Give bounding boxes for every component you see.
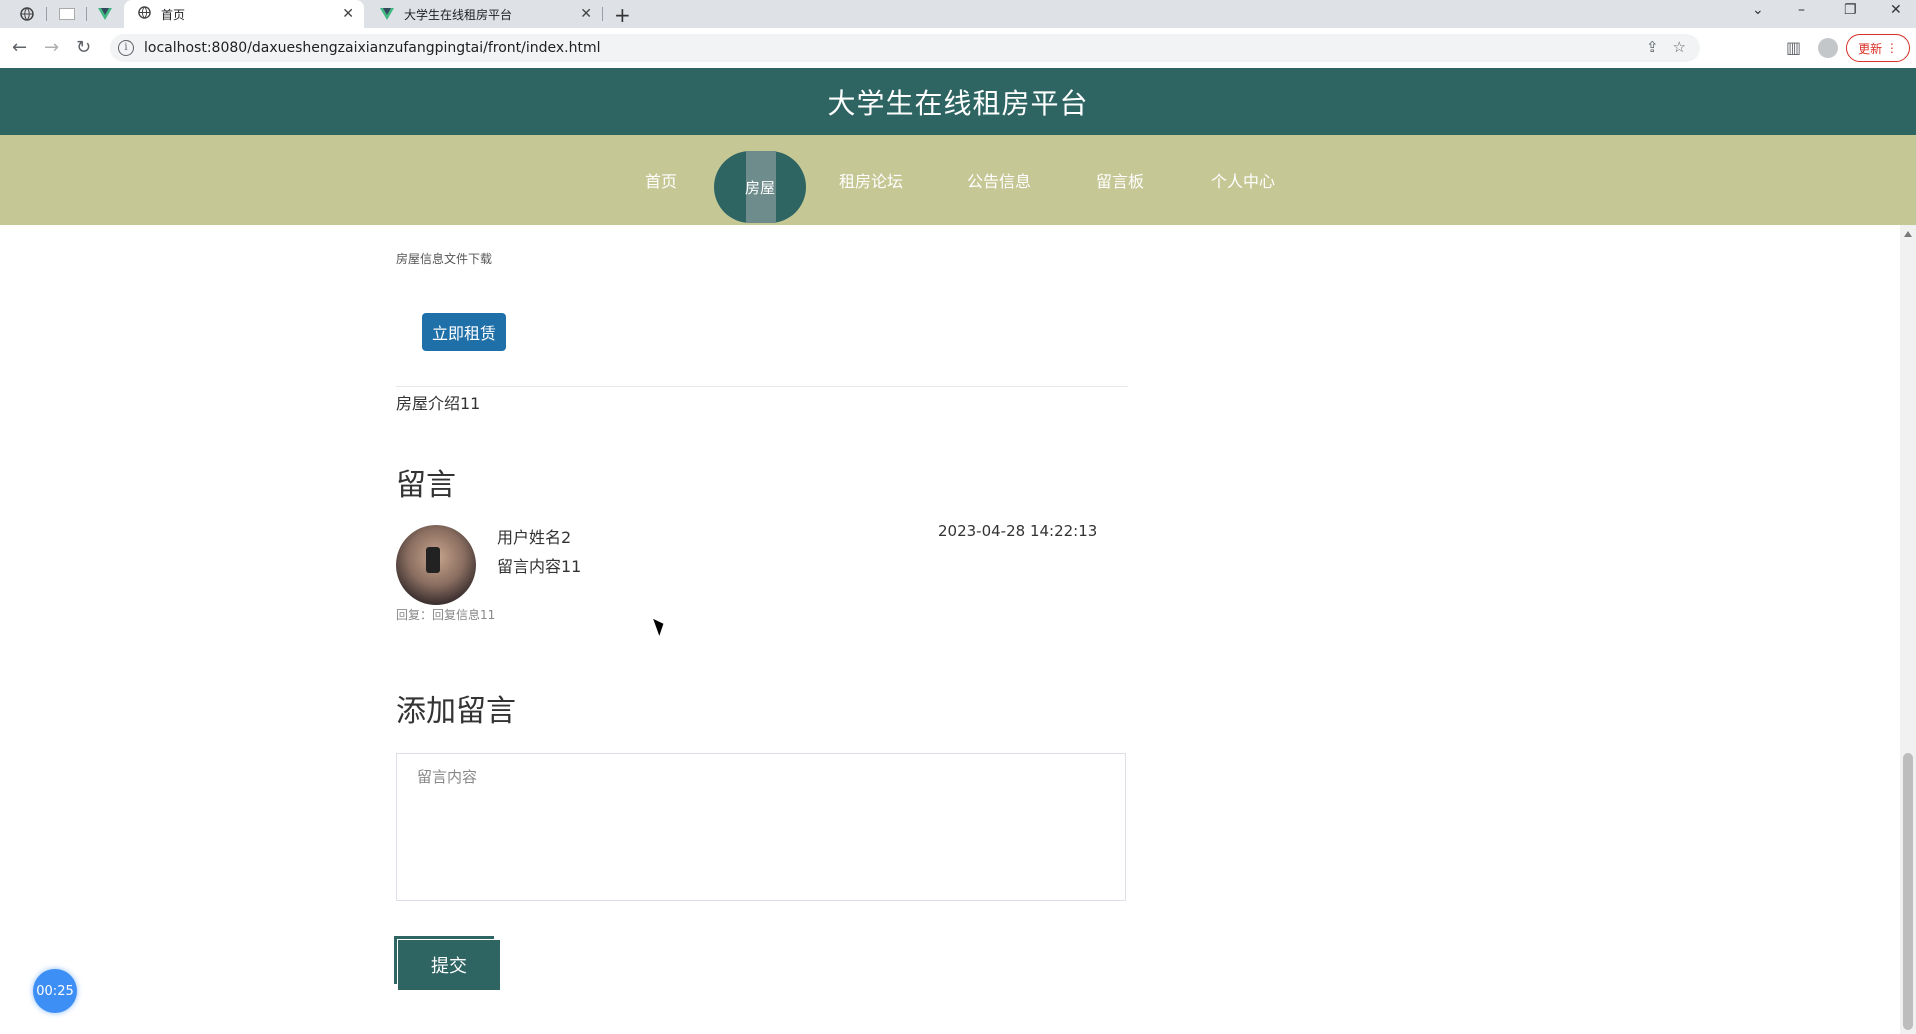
close-icon[interactable]: ✕ <box>342 6 354 22</box>
share-icon[interactable]: ⇪ <box>1646 38 1659 56</box>
nav-item-message-board[interactable]: 留言板 <box>1096 135 1144 225</box>
nav-item-announcements[interactable]: 公告信息 <box>967 135 1031 225</box>
scrollbar[interactable] <box>1900 225 1916 1034</box>
tab-home[interactable]: 首页 ✕ <box>124 0 364 28</box>
forward-icon[interactable]: → <box>44 37 59 58</box>
minimize-icon[interactable]: – <box>1798 2 1805 18</box>
reload-icon[interactable]: ↻ <box>76 37 91 58</box>
comment-reply: 回复：回复信息11 <box>396 608 496 622</box>
browser-tab-bar: 首页 ✕ 大学生在线租房平台 ✕ + ⌄ – ❐ ✕ <box>0 0 1916 28</box>
scroll-up-icon[interactable] <box>1904 231 1912 237</box>
page-title: 大学生在线租房平台 <box>827 86 1089 120</box>
submit-button[interactable]: 提交 <box>398 940 500 990</box>
rent-now-button[interactable]: 立即租赁 <box>422 313 506 351</box>
vue-logo-icon <box>380 8 394 20</box>
main-nav: 首页 租房论坛 公告信息 留言板 个人中心 <box>0 135 1916 225</box>
house-intro: 房屋介绍11 <box>396 394 481 413</box>
add-comment-heading: 添加留言 <box>396 694 516 729</box>
comment-time: 2023-04-28 14:22:13 <box>938 522 1098 540</box>
scrollbar-thumb[interactable] <box>1903 753 1913 1030</box>
new-tab-icon[interactable]: + <box>614 3 631 27</box>
comment-content: 留言内容11 <box>497 557 582 576</box>
nav-item-forum[interactable]: 租房论坛 <box>839 135 903 225</box>
timer-badge[interactable]: 00:25 <box>33 969 77 1013</box>
star-icon[interactable]: ☆ <box>1673 38 1686 56</box>
cursor-icon <box>653 616 667 636</box>
tab-rental-platform[interactable]: 大学生在线租房平台 ✕ <box>366 0 602 28</box>
nav-item-profile[interactable]: 个人中心 <box>1211 135 1275 225</box>
back-icon[interactable]: ← <box>12 37 27 58</box>
nav-item-home[interactable]: 首页 <box>645 135 677 225</box>
site-header: 大学生在线租房平台 <box>0 68 1916 135</box>
divider <box>396 386 1128 387</box>
blank-page-icon[interactable] <box>56 4 78 24</box>
globe-icon[interactable] <box>16 4 38 24</box>
side-panel-icon[interactable]: ▥ <box>1786 38 1801 57</box>
file-download-link[interactable]: 房屋信息文件下载 <box>396 250 492 267</box>
avatar <box>396 525 476 605</box>
vue-logo-icon[interactable] <box>94 4 116 24</box>
url-text: localhost:8080/daxueshengzaixianzufangpi… <box>144 40 601 56</box>
tab-search-icon[interactable]: ⌄ <box>1752 2 1764 18</box>
update-button[interactable]: 更新 ⋮ <box>1846 34 1910 62</box>
globe-icon <box>138 6 151 22</box>
tab-title: 首页 <box>161 7 186 22</box>
comments-heading: 留言 <box>396 468 456 503</box>
tab-title: 大学生在线租房平台 <box>404 7 513 22</box>
close-window-icon[interactable]: ✕ <box>1890 2 1902 18</box>
address-bar: ← → ↻ i localhost:8080/daxueshengzaixian… <box>0 28 1916 68</box>
url-bar[interactable]: i localhost:8080/daxueshengzaixianzufang… <box>110 34 1700 62</box>
restore-icon[interactable]: ❐ <box>1844 2 1857 18</box>
avatar[interactable] <box>1818 38 1838 58</box>
info-icon[interactable]: i <box>118 40 134 56</box>
close-icon[interactable]: ✕ <box>580 6 592 22</box>
comment-user: 用户姓名2 <box>497 528 572 547</box>
comment-input[interactable] <box>396 753 1126 901</box>
nav-item-houses[interactable]: 房屋 <box>714 151 806 223</box>
